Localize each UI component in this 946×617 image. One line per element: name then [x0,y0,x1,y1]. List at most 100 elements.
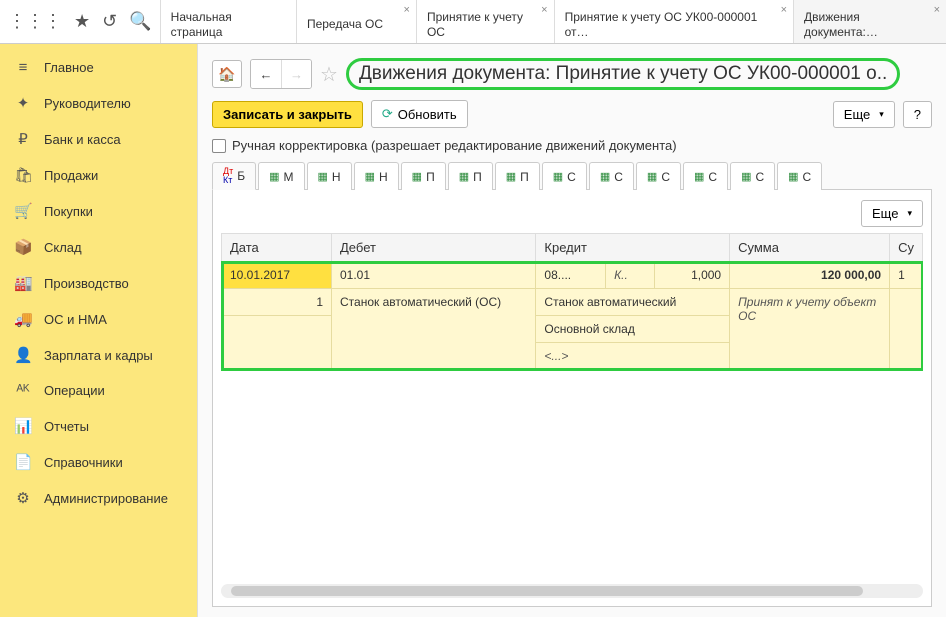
sidebar-icon: ≡ [14,59,32,76]
register-tab[interactable]: ▦С [730,162,775,190]
register-tab[interactable]: ▦П [401,162,446,190]
register-tab[interactable]: ▦П [495,162,540,190]
sidebar-item[interactable]: 📦Склад [0,229,197,265]
forward-button[interactable]: → [281,60,311,88]
grid-more-button[interactable]: Еще [861,200,923,227]
tab[interactable]: Движения документа:…× [793,0,946,43]
cell-credit-obj2: Основной склад [536,316,730,343]
col-debit[interactable]: Дебет [332,234,536,262]
register-tab-label: П [473,170,482,184]
close-icon[interactable]: × [934,4,940,16]
sidebar-label: Производство [44,276,129,291]
register-tab[interactable]: ▦Н [354,162,399,190]
col-date[interactable]: Дата [222,234,332,262]
register-tab[interactable]: ДтКтБ [212,162,256,190]
register-tab[interactable]: ▦Н [307,162,352,190]
register-tab[interactable]: ▦С [683,162,728,190]
posting-row[interactable]: 10.01.2017 01.01 08.... К.. 1,000 120 00… [222,262,923,370]
grid-icon: ▦ [318,170,328,183]
sidebar-icon: 🛒 [14,202,32,220]
grid-icon: ▦ [694,170,704,183]
sidebar-label: ОС и НМА [44,312,107,327]
cell-credit-obj1: Станок автоматический [536,289,730,316]
refresh-icon: ⟳ [382,106,393,122]
history-icon[interactable]: ↺ [102,11,117,32]
save-close-button[interactable]: Записать и закрыть [212,101,363,128]
register-tab[interactable]: ▦С [636,162,681,190]
dtkt-icon: ДтКт [223,167,233,185]
sidebar-item[interactable]: ≡ Главное [0,50,197,85]
back-button[interactable]: ← [251,60,281,88]
cell-qty: 1,000 [655,262,730,289]
favorite-icon[interactable]: ☆ [320,62,338,87]
manual-edit-checkbox[interactable] [212,139,226,153]
sidebar-icon: 🛍 [14,166,32,184]
tab[interactable]: Начальная страница [160,0,296,43]
close-icon[interactable]: × [781,4,787,16]
grid-icon: ▦ [553,170,563,183]
tab[interactable]: Принятие к учету ОС УК00-000001 от…× [554,0,793,43]
cell-debit-obj: Станок автоматический (ОС) [332,289,536,370]
tab[interactable]: Передача ОС× [296,0,416,43]
refresh-button[interactable]: ⟳Обновить [371,100,468,128]
title-bar: 🏠 ← → ☆ Движения документа: Принятие к у… [212,58,932,90]
sidebar-icon: ⚙ [14,489,32,507]
sidebar-item[interactable]: 📊Отчеты [0,408,197,444]
sidebar-icon: ᴬᴷ [14,382,32,399]
sidebar-item[interactable]: ⚙ Администрирование [0,480,197,516]
cell-su: 1 [890,262,923,289]
grid-icon: ▦ [412,170,422,183]
register-tab[interactable]: ▦П [448,162,493,190]
sidebar-icon: 🚚 [14,310,32,328]
cell-sum: 120 000,00 [730,262,890,289]
sidebar-item[interactable]: 🛒Покупки [0,193,197,229]
tab-title: Принятие к учету ОС УК00-000001 от… [565,10,783,39]
sidebar-item[interactable]: 🛍Продажи [0,157,197,193]
sidebar-label: Главное [44,60,94,75]
home-button[interactable]: 🏠 [212,60,242,88]
tab[interactable]: Принятие к учету ОС× [416,0,554,43]
register-tab[interactable]: ▦М [258,162,304,190]
register-tab[interactable]: ▦С [777,162,822,190]
sidebar-item[interactable]: 👤Зарплата и кадры [0,337,197,373]
close-icon[interactable]: × [541,4,547,16]
sidebar-item[interactable]: 🏭Производство [0,265,197,301]
inner-toolbar: Еще [221,200,923,227]
col-credit[interactable]: Кредит [536,234,730,262]
sidebar-label: Зарплата и кадры [44,348,153,363]
apps-icon[interactable]: ⋮⋮⋮ [8,11,62,32]
horizontal-scrollbar[interactable] [221,584,923,598]
help-button[interactable]: ? [903,101,932,128]
cell-empty [890,289,923,370]
sidebar-icon: ₽ [14,130,32,148]
cell-credit-acct: 08.... [536,262,606,289]
manual-edit-label: Ручная корректировка (разрешает редактир… [232,138,677,153]
register-tab[interactable]: ▦С [589,162,634,190]
register-tab-label: М [284,170,294,184]
register-tab[interactable]: ▦С [542,162,587,190]
col-sum[interactable]: Сумма [730,234,890,262]
sidebar-label: Администрирование [44,491,168,506]
close-icon[interactable]: × [404,4,410,16]
more-button[interactable]: Еще [833,101,895,128]
register-tab-label: С [803,170,812,184]
grid-icon: ▦ [741,170,751,183]
search-icon[interactable]: 🔍 [129,11,151,32]
sidebar-label: Банк и касса [44,132,121,147]
main-area: 🏠 ← → ☆ Движения документа: Принятие к у… [198,44,946,617]
register-tab-label: С [755,170,764,184]
sidebar-item[interactable]: ₽ Банк и касса [0,121,197,157]
tab-strip: Начальная страницаПередача ОС×Принятие к… [160,0,946,43]
page-title: Движения документа: Принятие к учету ОС … [346,58,932,90]
sidebar-icon: 📄 [14,453,32,471]
sidebar-item[interactable]: 🚚 ОС и НМА [0,301,197,337]
col-su[interactable]: Су [890,234,923,262]
sidebar-item[interactable]: 📄Справочники [0,444,197,480]
sidebar-item[interactable]: ᴬᴷОперации [0,373,197,408]
scrollbar-thumb[interactable] [231,586,863,596]
grid-icon: ▦ [788,170,798,183]
postings-grid: Дата Дебет Кредит Сумма Су 10.01.2017 01… [221,233,923,370]
register-tab-label: С [567,170,576,184]
sidebar-item[interactable]: ✦Руководителю [0,85,197,121]
star-icon[interactable]: ★ [74,11,90,32]
